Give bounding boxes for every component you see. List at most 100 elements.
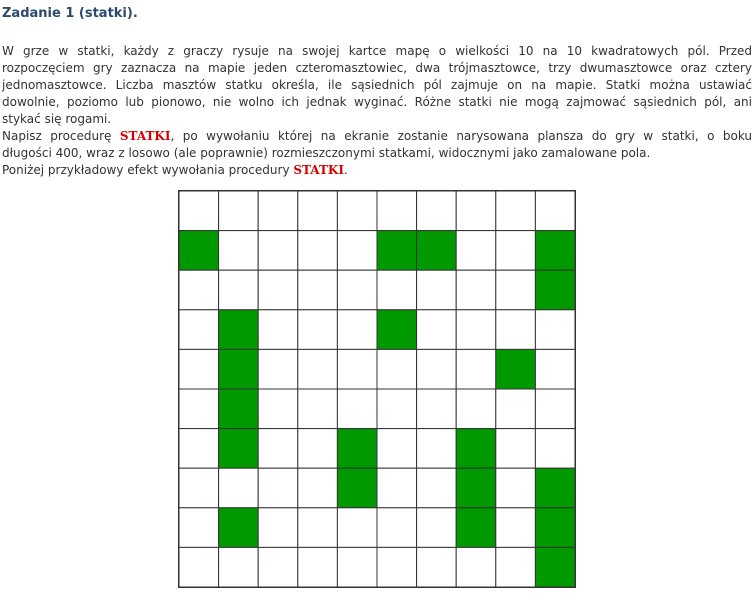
ship-cell (218, 348, 259, 390)
empty-cell (376, 467, 418, 509)
empty-cell (336, 388, 378, 430)
empty-cell (179, 546, 220, 587)
empty-cell (416, 428, 457, 469)
ship-cell (455, 428, 497, 469)
empty-cell (376, 348, 418, 390)
empty-cell (534, 191, 575, 232)
empty-cell (297, 191, 338, 232)
ship-cell (455, 467, 497, 509)
description-line: stykać się rogami. (2, 112, 112, 126)
empty-cell (218, 546, 259, 587)
empty-cell (495, 269, 536, 311)
empty-cell (179, 428, 220, 469)
empty-cell (257, 191, 299, 232)
ship-cell (534, 546, 575, 587)
empty-cell (455, 546, 497, 587)
empty-cell (179, 269, 220, 311)
empty-cell (297, 230, 338, 271)
ship-cell (376, 230, 418, 271)
empty-cell (336, 269, 378, 311)
empty-cell (179, 388, 220, 430)
empty-cell (179, 467, 220, 509)
ship-cell (534, 507, 575, 548)
empty-cell (218, 269, 259, 311)
task-line-2: długości 400, wraz z losowo (ale poprawn… (2, 146, 651, 160)
empty-cell (218, 230, 259, 271)
empty-cell (495, 191, 536, 232)
empty-cell (495, 388, 536, 430)
task-text: Poniżej przykładowy efekt wywołania proc… (2, 163, 294, 177)
ship-cell (218, 388, 259, 430)
empty-cell (416, 467, 457, 509)
empty-cell (179, 348, 220, 390)
empty-cell (297, 546, 338, 587)
ship-cell (218, 428, 259, 469)
task-line-1: Napisz procedurę STATKI, po wywołaniu kt… (2, 128, 752, 145)
empty-cell (455, 230, 497, 271)
empty-cell (297, 428, 338, 469)
empty-cell (179, 507, 220, 548)
page-title: Zadanie 1 (statki). (2, 6, 138, 21)
task-text: , po wywołaniu której na ekranie zostani… (170, 129, 753, 143)
empty-cell (416, 348, 457, 390)
empty-cell (257, 388, 299, 430)
empty-cell (297, 309, 338, 350)
empty-cell (416, 388, 457, 430)
empty-cell (297, 348, 338, 390)
procedure-name: STATKI (293, 163, 344, 177)
empty-cell (495, 428, 536, 469)
task-paragraph: Napisz procedurę STATKI , po wywołaniu kt… (2, 128, 752, 179)
description-line: jednomasztowce. Liczba masztów statku ok… (2, 78, 752, 92)
ship-cell (534, 269, 575, 311)
battleship-board (178, 190, 576, 588)
empty-cell (376, 507, 418, 548)
empty-cell (336, 507, 378, 548)
empty-cell (416, 269, 457, 311)
ship-cell (495, 348, 536, 390)
empty-cell (534, 348, 575, 390)
empty-cell (495, 546, 536, 587)
empty-cell (455, 348, 497, 390)
empty-cell (376, 428, 418, 469)
empty-cell (416, 507, 457, 548)
empty-cell (416, 309, 457, 350)
page: Zadanie 1 (statki). W grze w statki, każ… (0, 0, 753, 604)
task-line-3: Poniżej przykładowy efekt wywołania proc… (2, 162, 752, 179)
empty-cell (336, 230, 378, 271)
empty-cell (336, 546, 378, 587)
empty-cell (376, 388, 418, 430)
empty-cell (495, 467, 536, 509)
empty-cell (455, 191, 497, 232)
empty-cell (534, 309, 575, 350)
empty-cell (495, 507, 536, 548)
ship-cell (218, 507, 259, 548)
task-text: . (343, 163, 348, 177)
ship-cell (336, 428, 378, 469)
empty-cell (297, 467, 338, 509)
empty-cell (218, 191, 259, 232)
empty-cell (376, 191, 418, 232)
task-text: Napisz procedurę (2, 129, 120, 143)
empty-cell (257, 546, 299, 587)
ship-cell (336, 467, 378, 509)
empty-cell (336, 348, 378, 390)
empty-cell (257, 309, 299, 350)
empty-cell (495, 230, 536, 271)
empty-cell (297, 388, 338, 430)
empty-cell (534, 428, 575, 469)
ship-cell (534, 467, 575, 509)
empty-cell (495, 309, 536, 350)
empty-cell (336, 309, 378, 350)
empty-cell (336, 191, 378, 232)
empty-cell (257, 467, 299, 509)
empty-cell (179, 191, 220, 232)
description-paragraph: W grze w statki, każdy z graczy rysuje n… (2, 43, 752, 128)
empty-cell (257, 230, 299, 271)
ship-cell (416, 230, 457, 271)
ship-cell (455, 507, 497, 548)
description-line: dowolnie, poziomo lub pionowo, nie wolno… (2, 95, 752, 109)
empty-cell (218, 467, 259, 509)
empty-cell (257, 428, 299, 469)
empty-cell (455, 269, 497, 311)
ship-cell (376, 309, 418, 350)
